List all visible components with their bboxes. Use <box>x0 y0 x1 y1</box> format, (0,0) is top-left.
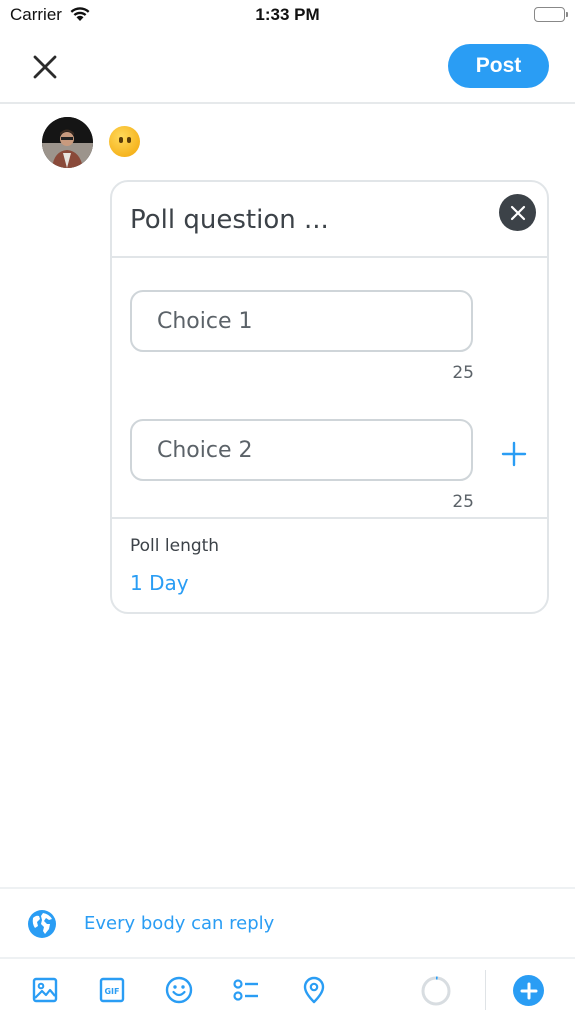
battery-icon <box>534 7 568 22</box>
choice-2-input[interactable] <box>130 419 473 481</box>
add-location-button[interactable] <box>299 975 329 1005</box>
add-thread-button[interactable] <box>513 975 544 1006</box>
status-bar: Carrier 1:33 PM <box>0 0 575 30</box>
plus-icon <box>501 441 527 467</box>
avatar[interactable] <box>42 117 93 168</box>
close-icon <box>510 205 525 220</box>
character-count-ring <box>421 976 451 1006</box>
post-button[interactable]: Post <box>448 44 549 88</box>
clock: 1:33 PM <box>255 5 320 24</box>
choice-2-char-counter: 25 <box>452 492 474 512</box>
choice-1-input[interactable] <box>130 290 473 352</box>
svg-text:GIF: GIF <box>104 987 119 996</box>
reply-settings-bar[interactable]: Every body can reply <box>0 887 575 959</box>
add-poll-button[interactable] <box>231 975 261 1005</box>
compose-toolbar: GIF <box>0 960 575 1023</box>
add-emoji-button[interactable] <box>164 975 194 1005</box>
add-circle-icon <box>520 982 537 999</box>
gif-icon: GIF <box>99 977 125 1003</box>
poll-length-selector[interactable]: 1 Day <box>130 571 189 595</box>
emoji-face-icon <box>109 126 140 157</box>
remove-poll-button[interactable] <box>499 194 536 231</box>
poll-icon <box>233 979 258 1001</box>
poll-card: 25 25 Poll length 1 Day <box>110 180 549 614</box>
image-icon <box>32 977 58 1003</box>
divider <box>112 256 547 258</box>
divider <box>112 517 547 519</box>
add-choice-button[interactable] <box>500 440 528 468</box>
add-image-button[interactable] <box>30 975 60 1005</box>
poll-length-label: Poll length <box>130 536 220 556</box>
poll-question-input[interactable] <box>130 200 470 240</box>
location-icon <box>303 976 325 1004</box>
emoji-icon <box>165 976 193 1004</box>
choice-1-char-counter: 25 <box>452 363 474 383</box>
compose-header: Post <box>0 30 575 104</box>
add-gif-button[interactable]: GIF <box>97 975 127 1005</box>
close-icon <box>33 55 57 79</box>
close-button[interactable] <box>30 52 60 82</box>
toolbar-separator <box>485 970 486 1010</box>
reply-permission-label[interactable]: Every body can reply <box>84 913 274 934</box>
globe-icon <box>28 910 56 938</box>
avatar-photo <box>42 117 93 168</box>
